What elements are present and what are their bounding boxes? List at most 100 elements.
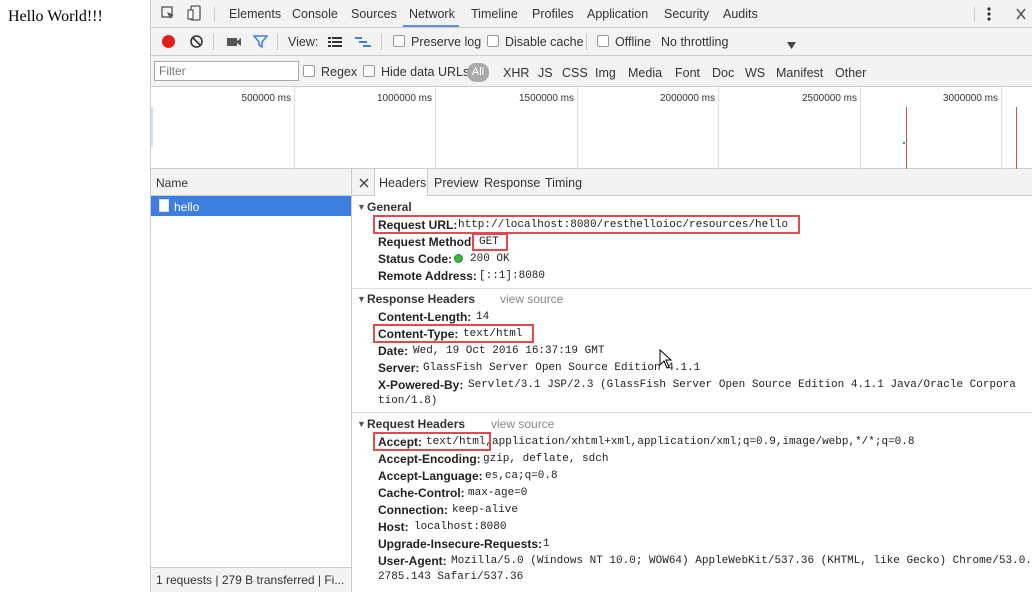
response-view-source-link[interactable]: view source [500,292,563,306]
header-value: es,ca;q=0.8 [485,470,558,482]
filter-type-ws[interactable]: WS [745,66,765,80]
preserve-log-checkbox[interactable] [393,35,405,47]
offline-label: Offline [615,35,651,49]
filter-type-img[interactable]: Img [595,66,616,80]
chevron-down-icon[interactable] [787,38,796,49]
header-key: Server: [378,361,420,375]
page-body-text: Hello World!!! [8,8,103,25]
view-label: View: [288,35,319,49]
waterfall-icon[interactable] [355,36,371,48]
overview-request-bar [903,142,905,144]
request-name: hello [174,200,200,214]
overview-dom-marker [906,107,907,169]
collapse-triangle-icon[interactable]: ▼ [357,202,366,212]
header-value: [::1]:8080 [479,270,546,282]
filter-type-js[interactable]: JS [538,66,553,80]
large-rows-icon[interactable] [328,36,342,48]
filter-type-manifest[interactable]: Manifest [776,66,823,80]
filter-type-css[interactable]: CSS [562,66,588,80]
capture-screenshots-icon[interactable] [226,35,242,49]
header-key: Upgrade-Insecure-Requests: [378,537,543,551]
request-headers-title[interactable]: Request Headers [367,417,465,431]
header-key: Remote Address: [378,269,477,283]
tab-console[interactable]: Console [292,7,338,21]
filter-bar: Regex Hide data URLs [151,56,1032,87]
tab-sources[interactable]: Sources [351,7,397,21]
status-ok-icon [454,254,463,263]
clear-icon[interactable] [189,34,204,49]
collapse-triangle-icon[interactable]: ▼ [357,419,366,429]
header-key: Status Code: [378,252,453,266]
tab-profiles[interactable]: Profiles [532,7,574,21]
devtools-tab-bar: Elements Console Sources Network Timelin… [151,0,1032,28]
name-column-header[interactable]: Name [151,169,351,196]
more-options-icon[interactable] [985,6,993,22]
device-toolbar-icon[interactable] [187,5,203,21]
header-value-continued: 2785.143 Safari/537.36 [378,571,524,583]
highlight-box [373,324,534,343]
preserve-log-label: Preserve log [411,35,482,49]
network-status-bar: 1 requests | 279 B transferred | Fi... [151,567,351,592]
overview-left-bar [151,107,153,147]
active-tab-indicator [403,25,459,27]
filter-type-all[interactable]: All [467,63,489,82]
detail-tab-bar: Headers Preview Response Timing [352,169,1032,196]
tab-application[interactable]: Application [587,7,648,21]
filter-input[interactable] [154,61,299,81]
throttling-select[interactable]: No throttling [661,35,728,49]
response-headers-title[interactable]: Response Headers [367,292,475,306]
header-key: Date: [378,344,409,358]
regex-label: Regex [321,65,358,79]
regex-checkbox[interactable] [303,65,315,77]
collapse-triangle-icon[interactable]: ▼ [357,294,366,304]
header-value: 1 [543,538,550,550]
filter-type-font[interactable]: Font [675,66,700,80]
tab-elements[interactable]: Elements [229,7,281,21]
tab-response[interactable]: Response [484,176,540,190]
header-value: localhost:8080 [414,521,507,533]
filter-type-doc[interactable]: Doc [712,66,734,80]
tab-network[interactable]: Network [409,7,455,21]
header-key: Host: [378,520,409,534]
header-value: Servlet/3.1 JSP/2.3 (GlassFish Server Op… [468,379,1016,391]
devtools-panel: Elements Console Sources Network Timelin… [151,0,1032,592]
header-key: Accept-Language: [378,469,483,483]
network-overview[interactable]: 500000 ms 1000000 ms 1500000 ms 2000000 … [151,87,1032,169]
tab-preview[interactable]: Preview [434,176,478,190]
document-icon [159,199,169,212]
request-row[interactable]: hello [151,196,351,216]
network-toolbar: View: Preserve log Disable cache Offline… [151,28,1032,56]
overview-load-marker [1016,107,1017,169]
close-devtools-icon[interactable] [1015,7,1027,21]
filter-icon[interactable] [252,34,269,49]
filter-type-media[interactable]: Media [628,66,662,80]
overview-tick: 2500000 ms [801,93,857,104]
general-section-title[interactable]: General [367,200,412,214]
request-detail-pane: Headers Preview Response Timing ▼ Genera… [352,169,1032,592]
request-view-source-link[interactable]: view source [491,417,554,431]
filter-type-other[interactable]: Other [835,66,866,80]
hide-data-urls-checkbox[interactable] [363,65,375,77]
offline-checkbox[interactable] [597,35,609,47]
header-key: X-Powered-By: [378,378,464,392]
header-value: text/html,application/xhtml+xml,applicat… [426,436,915,448]
header-value: max-age=0 [468,487,528,499]
close-detail-icon[interactable] [359,177,369,188]
record-icon[interactable] [161,34,176,49]
inspected-page: Hello World!!! [0,0,151,592]
overview-tick: 2000000 ms [659,93,715,104]
tab-timeline[interactable]: Timeline [471,7,518,21]
highlight-box [373,432,491,451]
header-value-continued: tion/1.8) [378,395,438,407]
header-value: 14 [476,311,490,323]
disable-cache-checkbox[interactable] [487,35,499,47]
disable-cache-label: Disable cache [505,35,584,49]
tab-headers[interactable]: Headers [379,176,426,190]
highlight-box [373,215,800,234]
tab-security[interactable]: Security [664,7,709,21]
inspect-element-icon[interactable] [161,6,175,20]
header-value: gzip, deflate, sdch [483,453,609,465]
filter-type-xhr[interactable]: XHR [503,66,529,80]
tab-audits[interactable]: Audits [723,7,758,21]
tab-timing[interactable]: Timing [545,176,582,190]
